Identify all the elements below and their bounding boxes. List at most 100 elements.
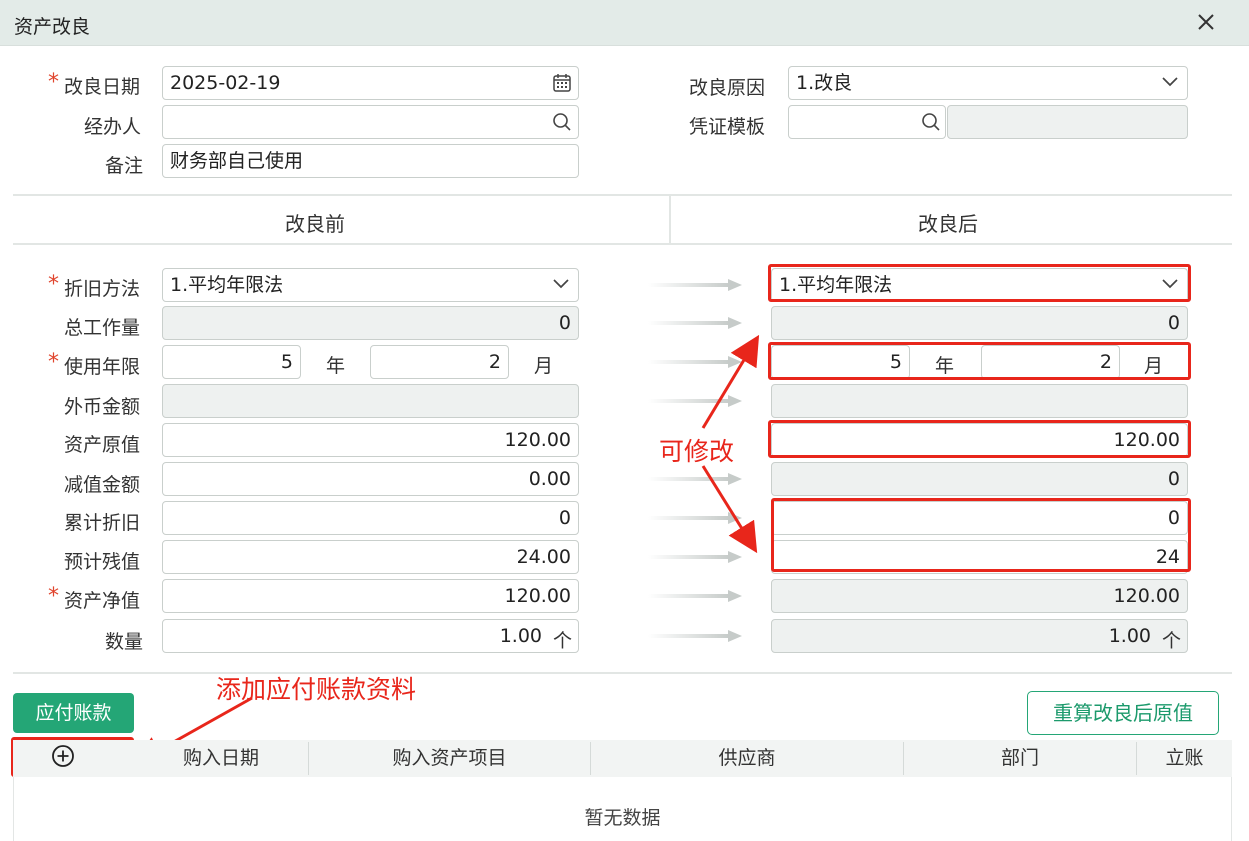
search-icon[interactable] xyxy=(921,112,941,132)
piece-unit: 个 xyxy=(1162,630,1182,652)
after-accumulated-depreciation[interactable]: 0 xyxy=(771,501,1188,535)
net-value-label: 资产净值 xyxy=(64,590,141,612)
voucher-template-label: 凭证模板 xyxy=(689,116,766,138)
arrow-right-icon xyxy=(648,317,742,329)
after-quantity: 1.00 xyxy=(771,619,1188,653)
before-impairment-value: 0.00 xyxy=(528,468,571,490)
improve-date-value: 2025-02-19 xyxy=(170,72,281,94)
before-quantity[interactable]: 1.00 xyxy=(162,619,579,653)
note-label: 备注 xyxy=(105,155,144,177)
add-payable-annotation: 添加应付账款资料 xyxy=(216,675,417,704)
handler-label: 经办人 xyxy=(84,116,142,138)
reason-select[interactable]: 1.改良 xyxy=(788,66,1188,100)
before-net-value[interactable]: 120.00 xyxy=(162,579,579,613)
payable-button[interactable]: 应付账款 xyxy=(13,693,134,733)
after-years-input[interactable]: 5 xyxy=(771,345,910,379)
required-mark: * xyxy=(48,272,59,297)
chevron-down-icon[interactable] xyxy=(1161,76,1179,88)
note-input[interactable]: 财务部自己使用 xyxy=(162,144,579,178)
useful-life-label: 使用年限 xyxy=(64,356,141,378)
column-header-purchase-item[interactable]: 购入资产项目 xyxy=(309,740,590,777)
year-unit: 年 xyxy=(326,355,346,377)
piece-unit: 个 xyxy=(553,630,573,652)
handler-input[interactable] xyxy=(162,105,579,139)
column-divider xyxy=(669,196,671,244)
total-workload-label: 总工作量 xyxy=(64,317,141,339)
column-header-supplier[interactable]: 供应商 xyxy=(591,740,903,777)
arrow-right-icon xyxy=(648,551,742,563)
annotation-arrow xyxy=(701,334,760,429)
before-residual-value-text: 24.00 xyxy=(516,546,571,568)
search-icon[interactable] xyxy=(552,112,572,132)
column-header-purchase-date[interactable]: 购入日期 xyxy=(134,740,308,777)
impairment-label: 减值金额 xyxy=(64,474,141,496)
after-residual-value-text: 24 xyxy=(1155,546,1180,568)
after-net-value: 120.00 xyxy=(771,579,1188,613)
dialog-title: 资产改良 xyxy=(14,16,91,38)
dialog-titlebar: 资产改良 xyxy=(0,0,1249,46)
after-residual-value[interactable]: 24 xyxy=(771,540,1188,574)
chevron-down-icon[interactable] xyxy=(552,278,570,290)
editable-annotation: 可修改 xyxy=(659,437,735,466)
reason-label: 改良原因 xyxy=(689,77,766,99)
after-method-select[interactable]: 1.平均年限法 xyxy=(771,268,1188,302)
before-accumulated-depreciation[interactable]: 0 xyxy=(162,501,579,535)
column-after-header: 改良后 xyxy=(918,212,978,236)
column-header-department[interactable]: 部门 xyxy=(904,740,1136,777)
after-months-input[interactable]: 2 xyxy=(981,345,1120,379)
after-original-value[interactable]: 120.00 xyxy=(771,423,1188,457)
recalculate-button[interactable]: 重算改良后原值 xyxy=(1027,691,1219,735)
before-years-value: 5 xyxy=(280,351,293,373)
arrow-right-icon xyxy=(648,590,742,602)
before-accum-value: 0 xyxy=(558,507,571,529)
after-original-value-text: 120.00 xyxy=(1113,429,1180,451)
accumulated-depreciation-label: 累计折旧 xyxy=(64,512,141,534)
before-months-value: 2 xyxy=(488,351,501,373)
after-total-workload: 0 xyxy=(771,306,1188,340)
month-unit: 月 xyxy=(534,355,554,377)
table-body: 暂无数据 xyxy=(13,777,1232,841)
before-net-value-text: 120.00 xyxy=(504,585,571,607)
after-impairment: 0 xyxy=(771,462,1188,496)
divider xyxy=(13,243,1232,245)
note-value: 财务部自己使用 xyxy=(170,150,304,172)
chevron-down-icon[interactable] xyxy=(1161,278,1179,290)
empty-text: 暂无数据 xyxy=(584,807,661,829)
residual-value-label: 预计残值 xyxy=(64,551,141,573)
after-years-value: 5 xyxy=(889,351,902,373)
before-impairment[interactable]: 0.00 xyxy=(162,462,579,496)
after-method-value: 1.平均年限法 xyxy=(779,274,893,296)
close-icon[interactable] xyxy=(1193,9,1219,35)
before-months-input[interactable]: 2 xyxy=(370,345,509,379)
after-net-value-text: 120.00 xyxy=(1113,585,1180,607)
after-months-value: 2 xyxy=(1099,351,1112,373)
divider xyxy=(13,194,1232,196)
arrow-right-icon xyxy=(648,512,742,524)
year-unit: 年 xyxy=(935,355,955,377)
arrow-right-icon xyxy=(648,356,742,368)
before-quantity-value: 1.00 xyxy=(499,625,542,647)
arrow-right-icon xyxy=(648,473,742,485)
required-mark: * xyxy=(48,350,59,375)
column-header-account[interactable]: 立账 xyxy=(1137,740,1232,777)
improve-date-input[interactable]: 2025-02-19 xyxy=(162,66,579,100)
depreciation-method-label: 折旧方法 xyxy=(64,278,141,300)
before-method-value: 1.平均年限法 xyxy=(170,274,284,296)
foreign-amount-label: 外币金额 xyxy=(64,396,141,418)
before-method-select[interactable]: 1.平均年限法 xyxy=(162,268,579,302)
before-years-input[interactable]: 5 xyxy=(162,345,301,379)
arrow-right-icon xyxy=(648,630,742,642)
before-residual-value[interactable]: 24.00 xyxy=(162,540,579,574)
calendar-icon[interactable] xyxy=(552,73,572,93)
before-original-value[interactable]: 120.00 xyxy=(162,423,579,457)
after-foreign-amount xyxy=(771,384,1188,418)
arrow-right-icon xyxy=(648,395,742,407)
required-mark: * xyxy=(48,70,59,95)
required-mark: * xyxy=(48,584,59,609)
after-accum-value: 0 xyxy=(1167,507,1180,529)
after-impairment-value: 0 xyxy=(1167,468,1180,490)
month-unit: 月 xyxy=(1144,355,1164,377)
before-foreign-amount xyxy=(162,384,579,418)
before-total-workload-value: 0 xyxy=(558,312,571,334)
add-circle-icon[interactable] xyxy=(51,744,75,768)
